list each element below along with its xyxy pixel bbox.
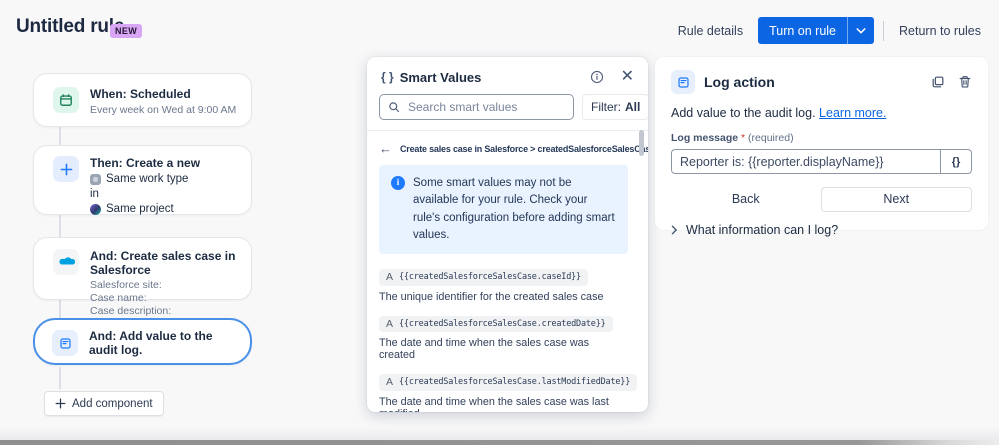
smart-value-pill[interactable]: A {{createdSalesforceSalesCase.lastModif… (379, 374, 637, 391)
log-action-description: Add value to the audit log. (671, 106, 816, 120)
availability-notice: i Some smart values may not be available… (379, 165, 628, 254)
audit-title: And: Add value to the audit log. (89, 329, 236, 357)
log-action-title: Log action (704, 74, 922, 90)
info-filled-icon: i (391, 176, 405, 190)
trigger-title: When: Scheduled (90, 87, 236, 101)
expander-label: What information can I log? (686, 223, 838, 237)
page-title: Untitled rule (16, 16, 124, 38)
then-title: Then: Create a new (90, 156, 200, 170)
salesforce-title: And: Create sales case in Salesforce (90, 249, 237, 277)
smart-value-code: {{createdSalesforceSalesCase.lastModifie… (399, 377, 630, 387)
chevron-down-icon (856, 27, 866, 35)
filter-value: All (625, 100, 640, 114)
taskbar-edge (0, 440, 999, 445)
text-type-icon: A (386, 319, 393, 330)
smart-values-title: Smart Values (400, 70, 584, 85)
audit-log-icon (52, 330, 78, 356)
work-type-icon (90, 174, 101, 185)
smart-value-desc: The unique identifier for the created sa… (379, 291, 628, 303)
turn-on-rule-button[interactable]: Turn on rule (758, 17, 847, 44)
log-message-input[interactable] (672, 150, 940, 173)
required-hint: (required) (748, 132, 794, 144)
add-component-button[interactable]: Add component (44, 391, 164, 416)
list-item: A {{createdSalesforceSalesCase.lastModif… (379, 372, 628, 412)
turn-on-rule-split-button: Turn on rule (758, 17, 874, 44)
list-item: A {{createdSalesforceSalesCase.createdDa… (379, 314, 628, 362)
filter-dropdown[interactable]: Filter: All (582, 94, 648, 120)
list-item: A {{createdSalesforceSalesCase.caseId}} … (379, 267, 628, 303)
smart-values-list: ← Create sales case in Salesforce > crea… (367, 131, 648, 412)
trigger-card-scheduled[interactable]: When: Scheduled Every week on Wed at 9:0… (33, 73, 252, 127)
smart-value-desc: The date and time when the sales case wa… (379, 396, 628, 413)
required-asterisk: * (741, 132, 745, 144)
add-component-label: Add component (72, 398, 153, 410)
log-action-panel: Log action Add value to the audit log. L… (655, 57, 988, 230)
plus-icon (53, 156, 79, 182)
header-divider (883, 21, 884, 41)
log-message-field-group: {} (671, 149, 972, 174)
scrollbar-thumb[interactable] (639, 130, 644, 156)
smart-values-popup: { } Smart Values ✕ Filter: All ← Create … (367, 57, 648, 412)
text-type-icon: A (386, 377, 393, 388)
smart-value-pill[interactable]: A {{createdSalesforceSalesCase.createdDa… (379, 316, 613, 333)
back-arrow-icon[interactable]: ← (379, 142, 392, 155)
search-input[interactable] (406, 99, 565, 115)
delete-icon[interactable] (958, 75, 972, 89)
close-icon[interactable]: ✕ (621, 69, 634, 85)
duplicate-icon[interactable] (931, 75, 945, 89)
text-type-icon: A (386, 272, 393, 283)
then-worktype-label: Same work type (106, 172, 188, 187)
learn-more-link[interactable]: Learn more. (819, 106, 886, 120)
log-message-label: Log message (671, 132, 738, 144)
salesforce-cloud-icon (53, 249, 79, 275)
connector-line (59, 127, 61, 145)
salesforce-case-desc-label: Case description: (90, 305, 237, 318)
bottom-fade (0, 426, 999, 440)
what-can-i-log-expander[interactable]: What information can I log? (671, 223, 972, 237)
rule-details-button[interactable]: Rule details (672, 19, 749, 43)
log-action-icon (671, 70, 695, 94)
smart-value-desc: The date and time when the sales case wa… (379, 337, 628, 361)
action-card-salesforce[interactable]: And: Create sales case in Salesforce Sal… (33, 237, 252, 300)
salesforce-site-label: Salesforce site: (90, 279, 237, 292)
header-actions: Rule details Turn on rule Return to rule… (672, 17, 987, 44)
calendar-icon (53, 87, 79, 113)
smart-value-code: {{createdSalesforceSalesCase.caseId}} (399, 272, 581, 282)
new-badge: NEW (110, 24, 142, 38)
connector-line (59, 367, 61, 389)
smart-values-search[interactable] (379, 94, 574, 120)
filter-label: Filter: (591, 100, 621, 114)
insert-smart-value-button[interactable]: {} (940, 150, 971, 173)
then-project-label: Same project (106, 202, 174, 217)
return-to-rules-button[interactable]: Return to rules (893, 19, 987, 43)
chevron-right-icon (671, 225, 678, 235)
search-icon (388, 101, 400, 113)
next-button[interactable]: Next (821, 187, 973, 212)
trigger-subtitle: Every week on Wed at 9:00 AM (90, 104, 236, 117)
info-icon[interactable] (590, 70, 604, 84)
plus-icon (55, 398, 66, 409)
breadcrumb: Create sales case in Salesforce > create… (400, 144, 648, 154)
then-in-label: in (90, 187, 200, 202)
braces-icon: { } (381, 70, 394, 84)
back-button[interactable]: Back (671, 187, 821, 212)
notice-text: Some smart values may not be available f… (413, 177, 615, 241)
turn-on-rule-dropdown[interactable] (847, 17, 874, 44)
project-avatar-icon (90, 204, 101, 215)
smart-value-code: {{createdSalesforceSalesCase.createdDate… (399, 319, 606, 329)
connector-line (59, 215, 61, 237)
then-card-create-work-item[interactable]: Then: Create a new Same work type in Sam… (33, 145, 252, 215)
action-card-audit-log-selected[interactable]: And: Add value to the audit log. (33, 318, 252, 365)
smart-value-pill[interactable]: A {{createdSalesforceSalesCase.caseId}} (379, 269, 588, 286)
salesforce-case-name-label: Case name: (90, 292, 237, 305)
